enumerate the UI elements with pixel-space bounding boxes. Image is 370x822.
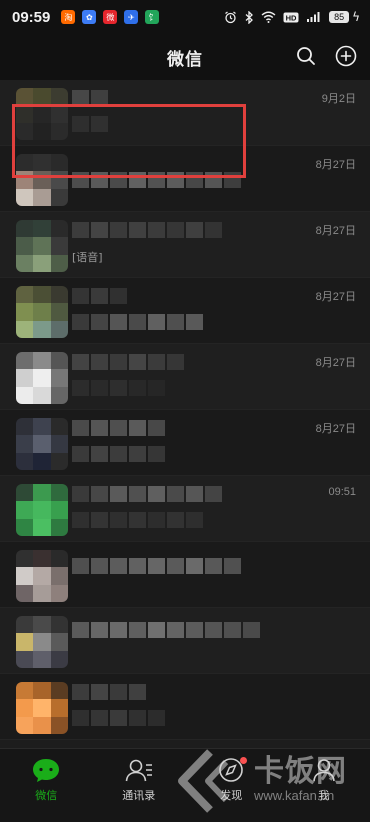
chat-name-mosaic	[72, 622, 260, 638]
avatar	[16, 484, 68, 536]
contacts-icon	[125, 759, 152, 782]
chat-time: 8月27日	[315, 159, 356, 171]
meal-icon: 饣	[145, 10, 160, 24]
chat-preview-mosaic	[72, 446, 165, 462]
chat-name-mosaic	[72, 420, 165, 436]
tab-label: 发现	[220, 789, 243, 802]
weibo-icon: 微	[103, 10, 118, 24]
avatar	[16, 220, 68, 272]
tab-label: 通讯录	[122, 789, 156, 802]
avatar	[16, 616, 68, 668]
avatar	[16, 550, 68, 602]
tab-label: 我	[318, 789, 330, 802]
plus-circle-icon	[335, 45, 357, 67]
chat-name-mosaic	[72, 288, 127, 304]
avatar	[16, 88, 68, 140]
app-icon: ✿	[82, 10, 97, 24]
person-icon	[312, 759, 335, 782]
status-time: 09:59	[12, 8, 51, 26]
bluetooth-icon	[245, 10, 254, 24]
status-bar: 09:59 淘 ✿ 微 ✈ 饣 HD 85 ϟ	[0, 0, 370, 34]
avatar	[16, 286, 68, 338]
wifi-icon	[261, 11, 276, 23]
alarm-icon	[225, 11, 236, 23]
chat-time: 8月27日	[315, 423, 356, 435]
avatar	[16, 418, 68, 470]
header-actions	[294, 44, 358, 68]
tab-me[interactable]: 我	[289, 757, 359, 803]
tab-discover[interactable]: 发现	[196, 757, 266, 803]
chat-preview-mosaic	[72, 314, 203, 330]
chat-name-mosaic	[72, 684, 146, 700]
charging-icon: ϟ	[352, 10, 360, 24]
chat-row[interactable]: 8月27日	[0, 344, 370, 410]
taobao-icon: 淘	[61, 10, 76, 24]
chat-preview-mosaic	[72, 512, 203, 528]
search-button[interactable]	[294, 44, 318, 68]
chat-row[interactable]: 8月27日	[0, 410, 370, 476]
battery-level: 85	[329, 11, 350, 23]
chat-time: 8月27日	[315, 225, 356, 237]
svg-text:HD: HD	[286, 13, 297, 22]
battery-indicator: 85 ϟ	[329, 10, 360, 24]
chat-row[interactable]: 8月27日	[0, 278, 370, 344]
add-button[interactable]	[334, 44, 358, 68]
tab-chats[interactable]: 微信	[11, 757, 81, 803]
chat-row[interactable]: 9月2日	[0, 80, 370, 146]
avatar	[16, 154, 68, 206]
chat-name-mosaic	[72, 558, 241, 574]
chat-name-mosaic	[72, 486, 222, 502]
chat-preview-mosaic	[72, 116, 108, 132]
chat-name-mosaic	[72, 172, 241, 188]
chat-time: 8月27日	[315, 357, 356, 369]
chat-row[interactable]: 09:51	[0, 476, 370, 542]
chat-name-mosaic	[72, 222, 222, 238]
chat-row[interactable]	[0, 674, 370, 740]
avatar	[16, 682, 68, 734]
tab-contacts[interactable]: 通讯录	[104, 757, 174, 803]
chat-preview-mosaic	[72, 380, 165, 396]
chat-row[interactable]	[0, 542, 370, 608]
status-right: HD 85 ϟ	[224, 10, 360, 24]
avatar	[16, 352, 68, 404]
bottom-tab-bar: 微信 通讯录 发现 我	[0, 748, 370, 822]
hd-icon: HD	[283, 12, 299, 22]
page-title: 微信	[167, 49, 203, 70]
plane-icon: ✈	[124, 10, 139, 24]
wechat-screen: 09:59 淘 ✿ 微 ✈ 饣 HD 85 ϟ 微信 9月2日 8月27日 [语…	[0, 0, 370, 822]
chat-preview-mosaic	[72, 710, 165, 726]
chat-bubble-icon	[33, 759, 60, 782]
chat-name-mosaic	[72, 354, 184, 370]
chat-row[interactable]	[0, 608, 370, 674]
chat-time: 8月27日	[315, 291, 356, 303]
chat-row[interactable]: 8月27日	[0, 146, 370, 212]
chat-time: 09:51	[328, 486, 356, 498]
status-left: 09:59 淘 ✿ 微 ✈ 饣	[12, 8, 160, 26]
signal-icon	[307, 12, 320, 22]
tab-label: 微信	[35, 789, 58, 802]
chat-name-mosaic	[72, 90, 108, 106]
app-header: 微信	[0, 34, 370, 80]
search-icon	[297, 47, 315, 65]
chat-preview: [语音]	[72, 251, 103, 264]
chat-time: 9月2日	[321, 93, 356, 105]
chat-list[interactable]: 9月2日 8月27日 [语音] 8月27日 8月27日 8月27日 8月27日 …	[0, 80, 370, 748]
chat-row[interactable]: [语音] 8月27日	[0, 212, 370, 278]
